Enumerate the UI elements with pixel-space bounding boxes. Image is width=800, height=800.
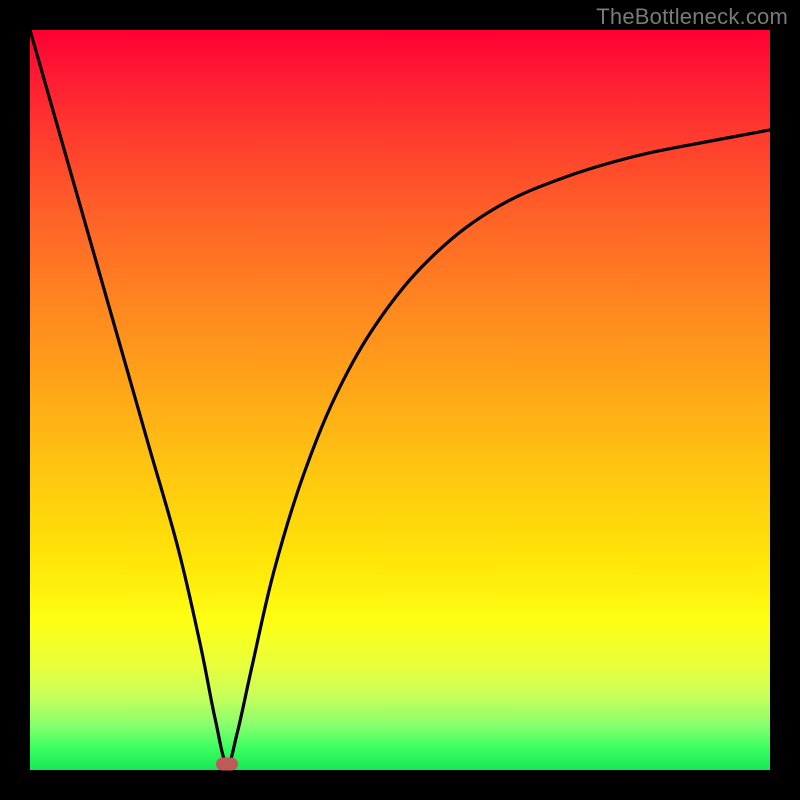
- chart-frame: TheBottleneck.com: [0, 0, 800, 800]
- bottleneck-curve: [30, 30, 770, 770]
- watermark-text: TheBottleneck.com: [596, 4, 788, 30]
- plot-area: [30, 30, 770, 770]
- minimum-marker: [216, 758, 238, 771]
